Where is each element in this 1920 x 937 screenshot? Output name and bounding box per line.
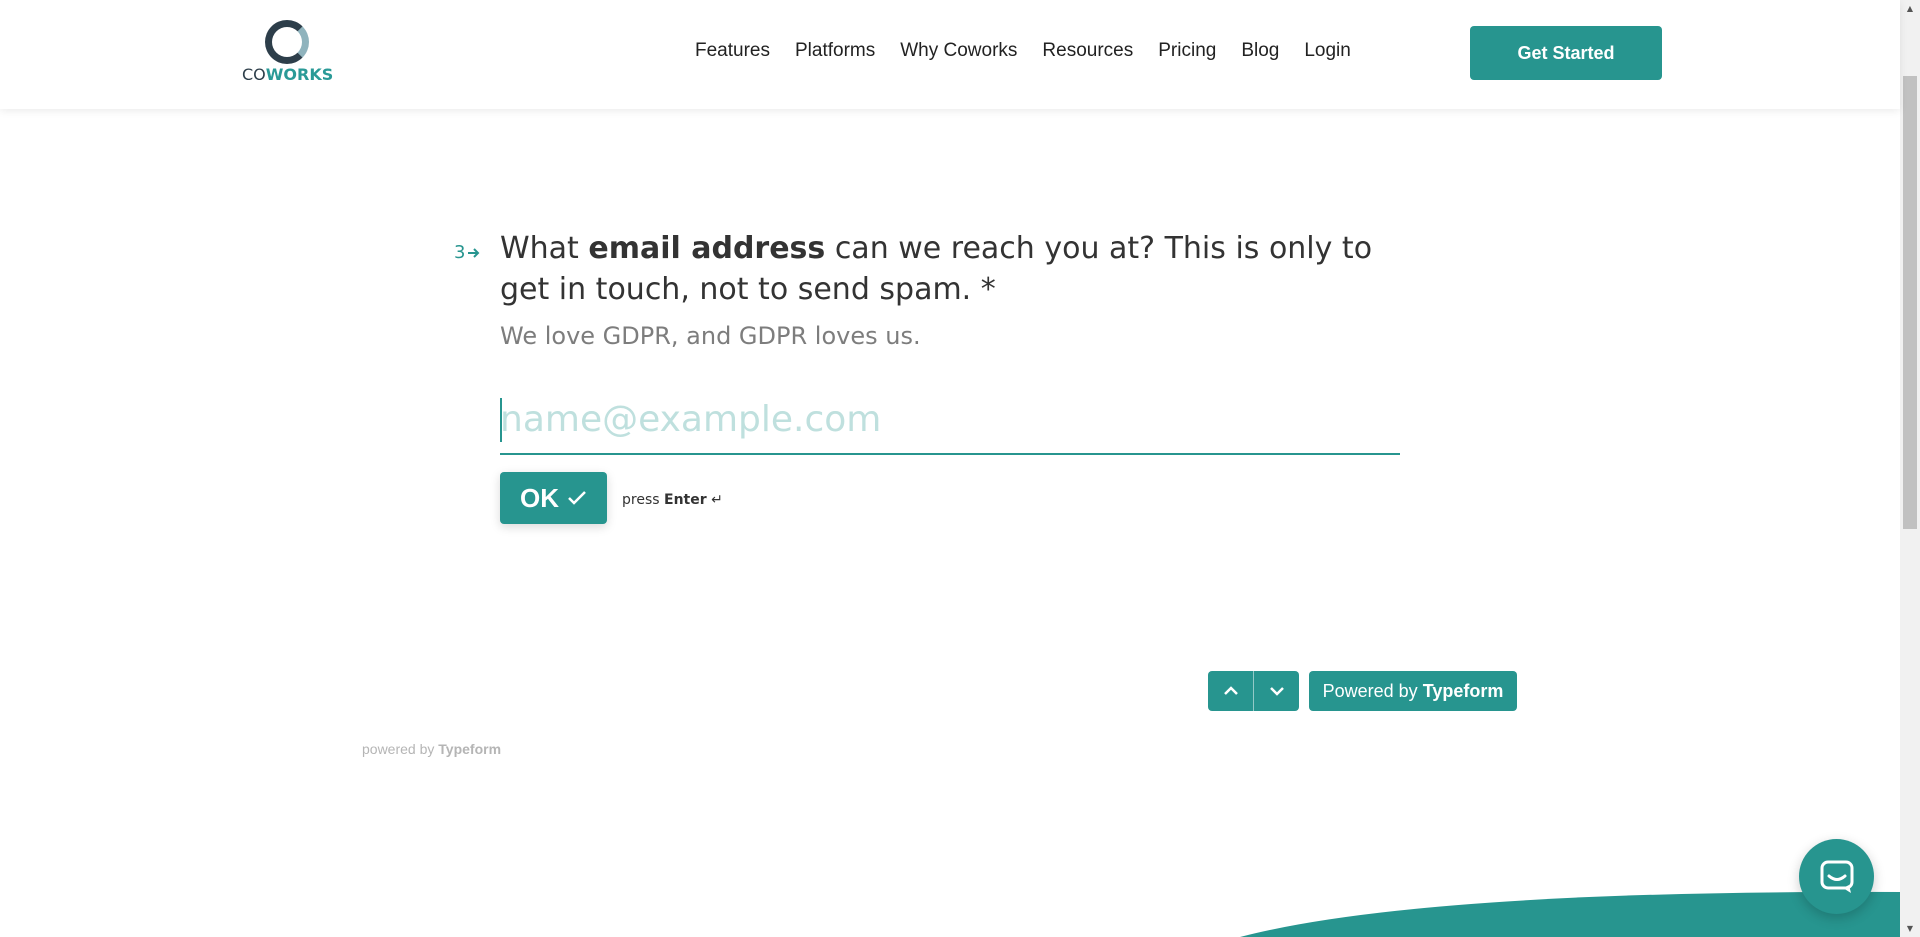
nav-why-coworks[interactable]: Why Coworks [900,40,1017,62]
arrow-right-icon [468,247,480,258]
nav-resources[interactable]: Resources [1042,40,1133,62]
nav-blog[interactable]: Blog [1241,40,1279,62]
check-icon [568,491,586,505]
question-number-text: 3 [454,242,466,263]
previous-question-button[interactable] [1208,671,1253,711]
site-header: COWORKS Features Platforms Why Coworks R… [0,0,1900,109]
scroll-down-arrow-icon[interactable]: ▼ [1900,920,1920,937]
nav-features[interactable]: Features [695,40,770,62]
nav-platforms[interactable]: Platforms [795,40,875,62]
question-title-emphasis: email address [588,231,826,266]
powered-by-typeform-link[interactable]: powered by Typeform [362,741,501,757]
ok-button[interactable]: OK [500,472,607,524]
question-number: 3 [454,242,481,263]
main-nav: Features Platforms Why Coworks Resources… [695,40,1351,62]
question-title: What email address can we reach you at? … [500,231,1373,307]
chat-launcher-button[interactable] [1799,839,1874,914]
ok-label: OK [520,482,559,513]
page-scrollbar[interactable]: ▲ ▼ [1900,0,1920,937]
decorative-wave [1240,891,1900,937]
enter-key-label: Enter [664,492,707,508]
nav-pricing[interactable]: Pricing [1158,40,1216,62]
logo-ring-icon [265,20,309,64]
scroll-thumb[interactable] [1903,76,1917,529]
logo-text: COWORKS [242,65,334,84]
question-navigation [1208,671,1299,711]
enter-icon: ↵ [711,492,723,508]
chevron-down-icon [1269,687,1284,696]
question-subtitle: We love GDPR, and GDPR loves us. [500,322,921,350]
nav-login[interactable]: Login [1304,40,1351,62]
chevron-up-icon [1223,686,1238,695]
email-input[interactable] [500,393,1400,455]
press-enter-hint: press Enter ↵ [622,492,723,508]
next-question-button[interactable] [1253,671,1299,711]
scroll-up-arrow-icon[interactable]: ▲ [1900,0,1920,17]
get-started-button[interactable]: Get Started [1470,26,1662,80]
chat-icon [1820,860,1853,893]
text-caret [500,398,502,442]
coworks-logo[interactable]: COWORKS [242,19,334,85]
powered-by-typeform-button[interactable]: Powered by Typeform [1309,671,1517,711]
